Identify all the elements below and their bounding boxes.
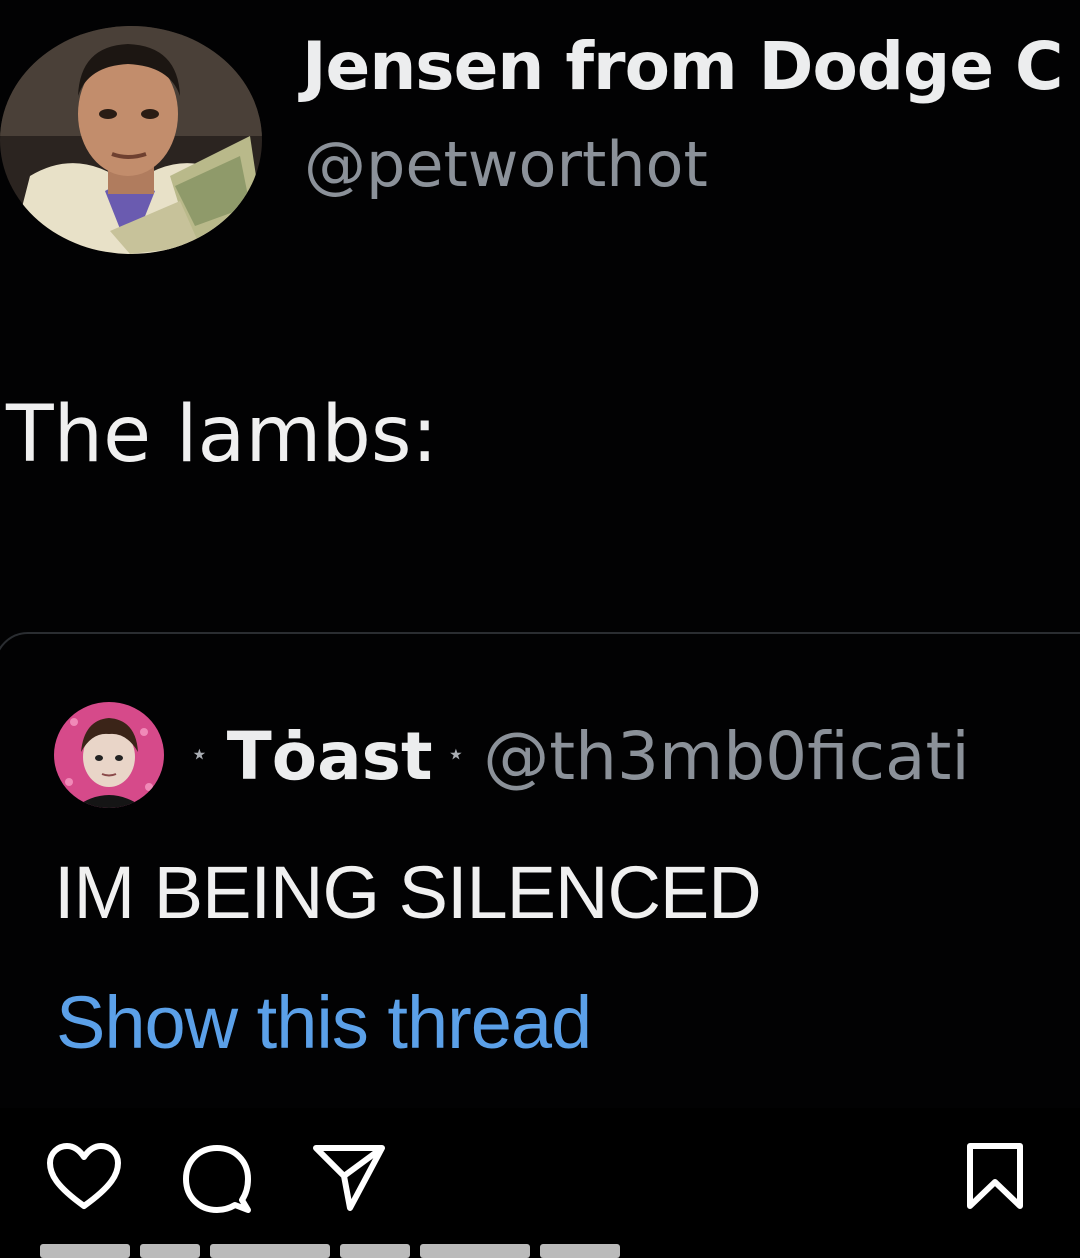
- author-avatar[interactable]: [0, 26, 262, 254]
- avatar-photo-icon: [54, 702, 164, 808]
- share-button[interactable]: [312, 1142, 386, 1217]
- comment-icon: [183, 1145, 251, 1213]
- share-icon: [313, 1145, 385, 1211]
- save-button[interactable]: [964, 1142, 1026, 1215]
- quoted-tweet-header: ⋆ Tȯast ⋆ @th3mb0ficati: [190, 718, 970, 795]
- show-thread-link[interactable]: Show this thread: [56, 980, 592, 1065]
- post-action-bar: [0, 1108, 1080, 1258]
- comment-button[interactable]: [180, 1142, 254, 1221]
- author-display-name[interactable]: Jensen from Dodge C: [302, 28, 1063, 105]
- tweet-screenshot: Jensen from Dodge C @petworthot The lamb…: [0, 0, 1080, 1108]
- caption-text-cutoff: [40, 1244, 680, 1258]
- tweet-text: The lambs:: [6, 390, 438, 480]
- heart-icon: [47, 1143, 121, 1209]
- bookmark-icon: [967, 1143, 1023, 1209]
- author-handle[interactable]: @petworthot: [304, 128, 708, 201]
- star-icon: ⋆: [190, 737, 209, 773]
- quoted-tweet-text: IM BEING SILENCED: [54, 851, 762, 934]
- like-button[interactable]: [46, 1142, 122, 1217]
- quoted-author-avatar[interactable]: [54, 702, 164, 808]
- quoted-author-handle[interactable]: @th3mb0ficati: [483, 718, 969, 795]
- avatar-photo-icon: [0, 26, 262, 254]
- star-icon: ⋆: [446, 737, 466, 773]
- quoted-author-display-name[interactable]: Tȯast: [227, 718, 433, 795]
